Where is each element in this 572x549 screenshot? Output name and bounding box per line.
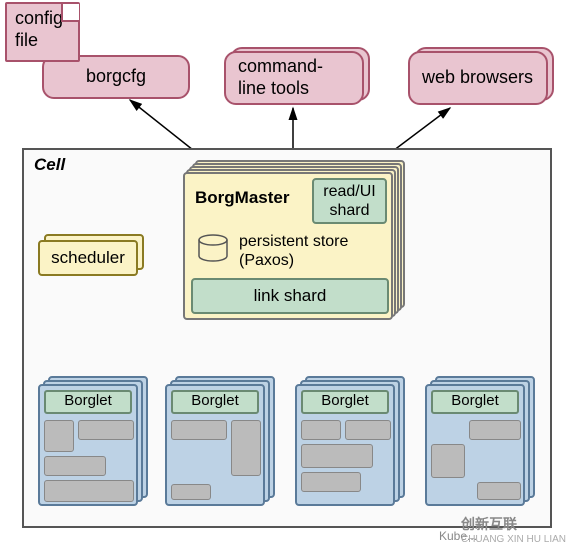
cmdtools-label: command-line tools	[238, 56, 350, 99]
task-block	[231, 420, 261, 476]
borglet-node: Borglet	[295, 376, 405, 506]
config-file-box: config file	[5, 2, 80, 62]
task-block	[44, 456, 106, 476]
borgcfg-label: borgcfg	[86, 66, 146, 88]
task-block	[171, 420, 227, 440]
link-shard: link shard	[191, 278, 389, 314]
borglet-label: Borglet	[171, 390, 259, 414]
task-block	[301, 420, 341, 440]
task-block	[345, 420, 391, 440]
task-block	[78, 420, 134, 440]
task-block	[301, 472, 361, 492]
task-block	[301, 444, 373, 468]
borglet-node: Borglet	[425, 376, 535, 506]
browsers-box: web browsers	[408, 51, 548, 105]
cell-label: Cell	[34, 155, 65, 175]
bg-front: Borglet	[295, 384, 395, 506]
bg-front: Borglet	[165, 384, 265, 506]
bg-front: Borglet	[38, 384, 138, 506]
read-ui-shard: read/UI shard	[312, 178, 387, 224]
cmdtools-box: command-line tools	[224, 51, 364, 105]
borgmaster-stack: BorgMaster read/UI shard persistent stor…	[180, 160, 405, 320]
persistent-store: persistent store (Paxos)	[191, 230, 389, 272]
borg-architecture-diagram: config file borgcfg command-line tools w…	[0, 0, 572, 549]
borglet-node: Borglet	[38, 376, 148, 506]
scheduler-box: scheduler	[38, 240, 138, 276]
borglet-label: Borglet	[44, 390, 132, 414]
task-block	[477, 482, 521, 500]
scheduler-label: scheduler	[51, 248, 125, 267]
borgmaster-title: BorgMaster	[195, 188, 289, 208]
task-block	[431, 444, 465, 478]
browsers-label: web browsers	[422, 67, 533, 89]
task-block	[44, 420, 74, 452]
task-block	[171, 484, 211, 500]
borglet-label: Borglet	[431, 390, 519, 414]
watermark-sub: CHUANG XIN HU LIAN	[461, 534, 566, 545]
bg-front: Borglet	[425, 384, 525, 506]
watermark: 创新互联 CHUANG XIN HU LIAN	[461, 514, 566, 545]
config-file-label: config file	[15, 8, 63, 50]
fold-corner	[61, 4, 79, 22]
bm-front: BorgMaster read/UI shard persistent stor…	[183, 172, 393, 320]
borglet-node: Borglet	[165, 376, 275, 506]
borglet-label: Borglet	[301, 390, 389, 414]
task-block	[469, 420, 521, 440]
task-block	[44, 480, 134, 502]
watermark-main: 创新互联	[461, 516, 517, 532]
